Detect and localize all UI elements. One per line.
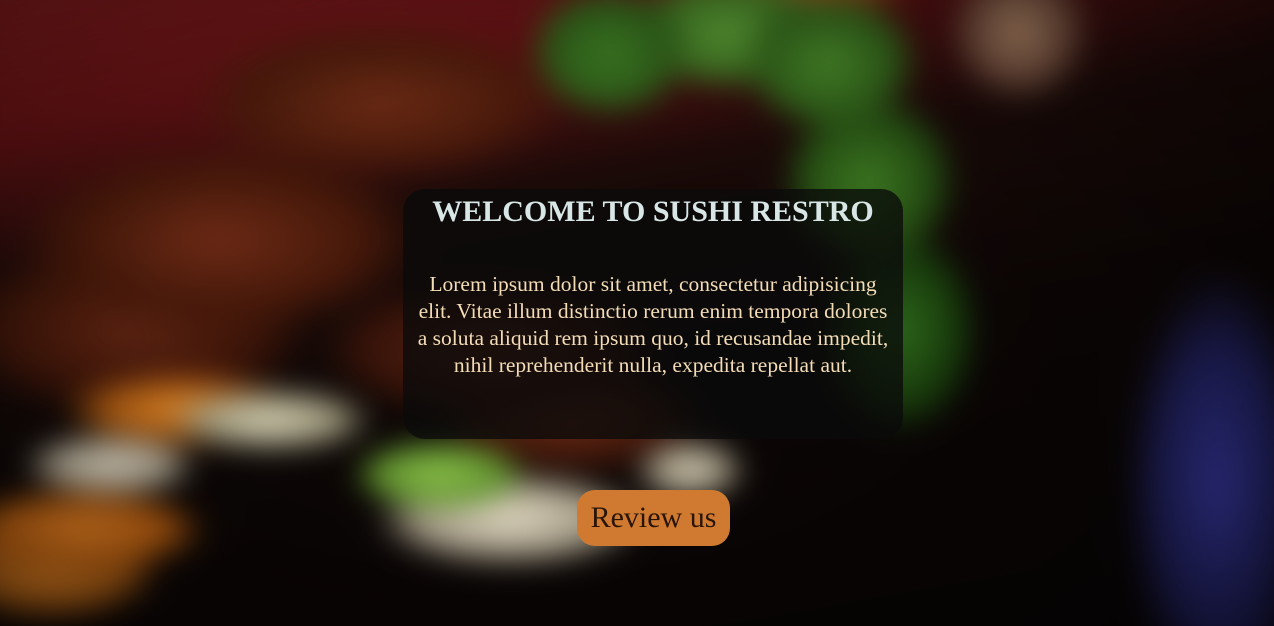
welcome-description: Lorem ipsum dolor sit amet, consectetur … [417,272,889,377]
review-us-button[interactable]: Review us [577,490,730,546]
welcome-title: WELCOME TO SUSHI RESTRO [432,195,874,228]
hero-section: WELCOME TO SUSHI RESTRO Lorem ipsum dolo… [0,0,1274,626]
welcome-card: WELCOME TO SUSHI RESTRO Lorem ipsum dolo… [403,189,903,439]
